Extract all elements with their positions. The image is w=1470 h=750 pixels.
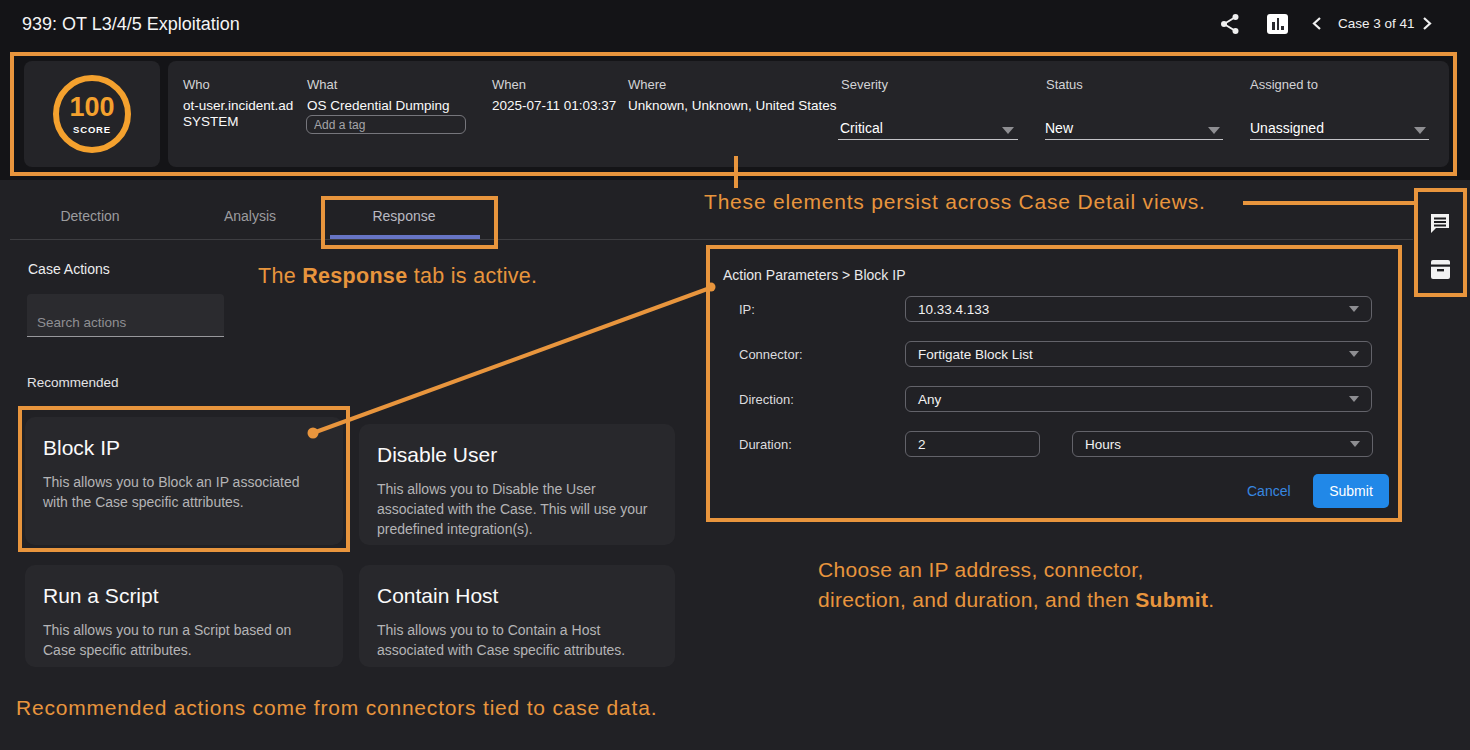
page-title: 939: OT L3/4/5 Exploitation — [22, 14, 240, 35]
status-select-value: New — [1045, 120, 1073, 136]
card-title: Contain Host — [377, 584, 657, 608]
chart-view-button[interactable] — [1267, 14, 1288, 34]
card-title: Run a Script — [43, 584, 325, 608]
case-actions-title: Case Actions — [28, 261, 110, 277]
tabs-divider — [10, 239, 1413, 240]
status-select[interactable] — [1045, 139, 1223, 140]
tab-analysis[interactable]: Analysis — [190, 208, 310, 224]
cancel-button[interactable]: Cancel — [1247, 483, 1291, 499]
risk-score-badge: 100 SCORE — [53, 75, 131, 153]
duration-unit-value: Hours — [1085, 437, 1121, 452]
archive-icon[interactable] — [1430, 259, 1451, 280]
previous-case-icon[interactable] — [1311, 16, 1323, 31]
connector-select-value: Fortigate Block List — [918, 347, 1033, 362]
bar-chart-icon — [1272, 22, 1275, 30]
card-description: This allows you to to Contain a Host ass… — [377, 620, 649, 660]
direction-label: Direction: — [739, 392, 794, 407]
tab-response[interactable]: Response — [344, 208, 464, 224]
assigned-select-value: Unassigned — [1250, 120, 1324, 136]
tab-detection[interactable]: Detection — [30, 208, 150, 224]
who-label: Who — [183, 77, 210, 92]
connector-select[interactable]: Fortigate Block List — [905, 341, 1372, 367]
action-parameters-breadcrumb: Action Parameters > Block IP — [723, 267, 905, 283]
assigned-label: Assigned to — [1250, 77, 1318, 92]
severity-label: Severity — [841, 77, 888, 92]
next-case-icon[interactable] — [1421, 16, 1433, 31]
case-detail-page: 939: OT L3/4/5 Exploitation Case 3 of 41… — [0, 0, 1470, 750]
when-label: When — [492, 77, 526, 92]
card-description: This allows you to run a Script based on… — [43, 620, 305, 660]
severity-caret-icon[interactable] — [1002, 127, 1014, 134]
direction-select[interactable]: Any — [905, 386, 1372, 412]
annotation-recommended-note: Recommended actions come from connectors… — [16, 696, 657, 720]
comment-icon[interactable] — [1429, 212, 1451, 234]
where-value: Unknown, Unknown, United States — [628, 98, 837, 113]
action-card-contain-host[interactable]: Contain Host This allows you to to Conta… — [359, 565, 675, 667]
submit-button[interactable]: Submit — [1313, 474, 1389, 508]
score-value: 100 — [69, 94, 114, 121]
share-icon[interactable] — [1219, 12, 1241, 36]
card-description: This allows you to Disable the User asso… — [377, 479, 657, 539]
connector-label: Connector: — [739, 347, 803, 362]
assigned-select[interactable] — [1250, 139, 1429, 140]
add-tag-input[interactable] — [306, 115, 466, 134]
status-caret-icon[interactable] — [1208, 127, 1220, 134]
what-label: What — [307, 77, 337, 92]
annotation-persist-note: These elements persist across Case Detai… — [704, 190, 1206, 214]
card-title: Block IP — [43, 436, 325, 460]
ip-select-value: 10.33.4.133 — [918, 302, 989, 317]
status-label: Status — [1046, 77, 1083, 92]
severity-select-value: Critical — [840, 120, 883, 136]
direction-select-value: Any — [918, 392, 941, 407]
ip-label: IP: — [739, 302, 755, 317]
where-label: Where — [628, 77, 666, 92]
card-description: This allows you to Block an IP associate… — [43, 472, 317, 512]
severity-select[interactable] — [838, 139, 1018, 140]
ip-select[interactable]: 10.33.4.133 — [905, 296, 1372, 322]
action-card-run-script[interactable]: Run a Script This allows you to run a Sc… — [25, 565, 343, 667]
recommended-section-label: Recommended — [27, 375, 119, 390]
annotation-box-action-parameters — [706, 245, 1402, 522]
connector-caret-icon — [1349, 351, 1359, 357]
what-value: OS Credential Dumping — [307, 98, 450, 113]
who-value-user: ot-user.incident.ad — [183, 98, 293, 113]
card-title: Disable User — [377, 443, 657, 467]
annotation-choose-note: Choose an IP address, connector, directi… — [818, 555, 1214, 615]
ip-caret-icon — [1349, 306, 1359, 312]
duration-label: Duration: — [739, 437, 792, 452]
duration-unit-select[interactable]: Hours — [1072, 431, 1373, 457]
action-card-disable-user[interactable]: Disable User This allows you to Disable … — [359, 424, 675, 545]
assigned-caret-icon[interactable] — [1414, 127, 1426, 134]
who-value-system: SYSTEM — [183, 114, 239, 129]
action-card-block-ip[interactable]: Block IP This allows you to Block an IP … — [25, 417, 343, 545]
duration-input[interactable] — [918, 437, 1027, 452]
direction-caret-icon — [1349, 396, 1359, 402]
when-value: 2025-07-11 01:03:37 — [492, 98, 616, 113]
score-label: SCORE — [73, 124, 111, 135]
annotation-box-side-icons — [1414, 188, 1467, 297]
case-nav-label: Case 3 of 41 — [1338, 16, 1415, 31]
duration-value-input[interactable] — [905, 431, 1040, 457]
search-actions-input[interactable] — [27, 294, 224, 337]
annotation-response-note: The Response tab is active. — [258, 264, 537, 289]
duration-unit-caret-icon — [1350, 441, 1360, 447]
